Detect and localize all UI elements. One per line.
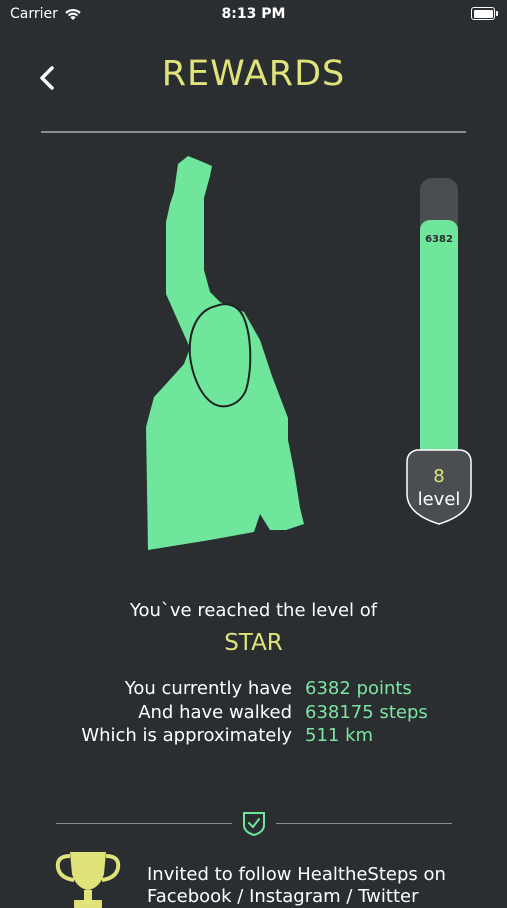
gauge-fill [420, 220, 458, 478]
section-divider-right [276, 823, 452, 824]
level-number: 8 [433, 466, 445, 487]
level-gauge: 6382 8 level [403, 178, 475, 526]
stat-label: Which is approximately [81, 725, 292, 746]
battery-icon [471, 7, 498, 20]
reached-level-text: You`ve reached the level of [129, 600, 378, 621]
gauge-points: 6382 [425, 234, 453, 245]
check-badge-icon [243, 812, 265, 837]
level-name: STAR [224, 630, 283, 656]
title-divider [41, 131, 466, 133]
page-title: REWARDS [161, 54, 346, 94]
stat-label: You currently have [124, 678, 292, 699]
stat-row-points: You currently have 6382 points [0, 678, 507, 702]
status-bar: Carrier 8:13 PM [0, 0, 507, 30]
stat-label: And have walked [138, 701, 292, 723]
stat-row-steps: And have walked 638175 steps [0, 702, 507, 726]
stat-value: 511 km [305, 725, 374, 746]
status-time: 8:13 PM [221, 6, 286, 22]
trophy-icon [55, 852, 121, 908]
stat-row-distance: Which is approximately 511 km [0, 725, 507, 749]
stat-value: 6382 points [305, 678, 412, 699]
level-avatar-figure [146, 156, 304, 550]
stats-list: You currently have 6382 points And have … [0, 678, 507, 749]
level-label: level [417, 489, 461, 510]
reward-description: Invited to follow HealtheSteps on Facebo… [147, 864, 446, 907]
section-divider-left [56, 823, 232, 824]
level-badge [406, 449, 472, 525]
stat-value: 638175 steps [305, 701, 428, 723]
